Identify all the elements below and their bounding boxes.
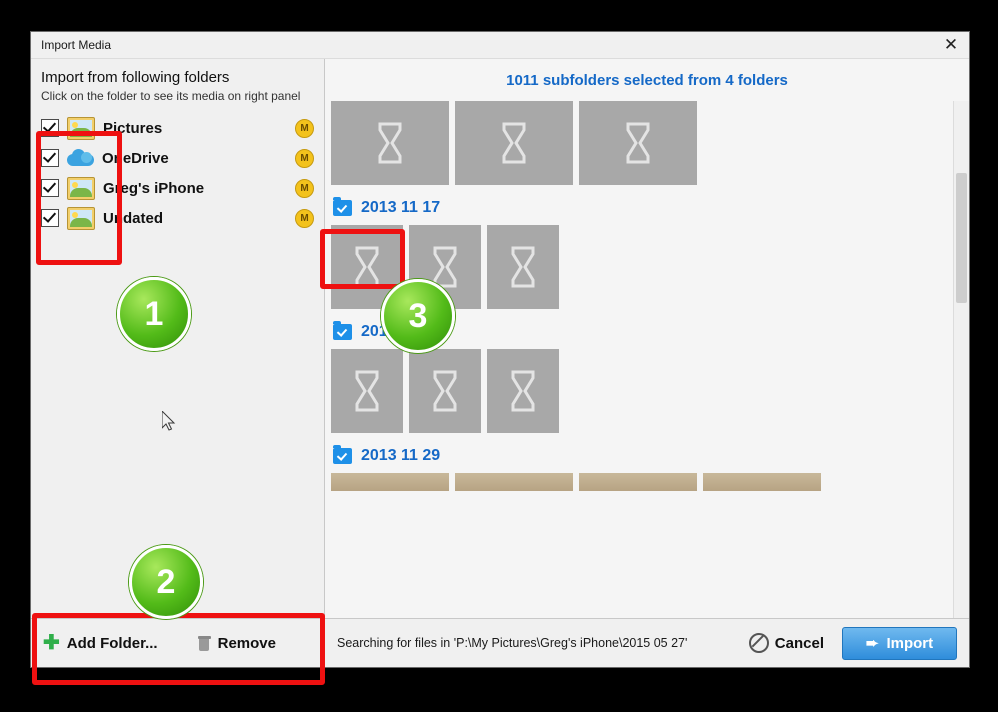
media-badge-icon: M: [295, 178, 314, 198]
hourglass-icon: [511, 370, 535, 412]
hourglass-icon: [502, 122, 526, 164]
picture-icon: [67, 116, 95, 140]
thumbnail-partial[interactable]: [331, 473, 449, 491]
folder-checkbox-icon[interactable]: [333, 445, 352, 464]
media-grid: 2013 11 17 2013 11 24 2013 11 29: [325, 101, 969, 618]
add-folder-button[interactable]: ✚ Add Folder...: [43, 632, 158, 654]
folder-name: OneDrive: [102, 149, 169, 167]
picture-icon: [67, 206, 95, 230]
window-title: Import Media: [41, 38, 112, 52]
list-item[interactable]: OneDrive M: [41, 143, 314, 173]
mouse-cursor-icon: [162, 411, 176, 431]
list-item[interactable]: Undated M: [41, 203, 314, 233]
folder-checkbox[interactable]: [41, 209, 59, 227]
cancel-icon: [748, 633, 769, 653]
thumbnail-row: [331, 225, 954, 309]
plus-icon: ✚: [43, 632, 60, 654]
add-folder-label: Add Folder...: [66, 634, 158, 652]
cancel-label: Cancel: [774, 634, 824, 652]
hourglass-icon: [355, 246, 379, 288]
remove-button[interactable]: Remove: [197, 634, 276, 652]
picture-icon: [67, 176, 95, 200]
thumbnail-placeholder[interactable]: [331, 101, 449, 185]
source-folder-list: Pictures M OneDrive M Greg's iPhone M Un…: [31, 113, 324, 618]
media-badge-icon: M: [295, 148, 314, 168]
thumbnail-partial[interactable]: [579, 473, 697, 491]
left-panel: Import from following folders Click on t…: [31, 59, 325, 667]
import-label: Import: [886, 634, 934, 652]
hourglass-icon: [626, 122, 650, 164]
thumbnail-partial[interactable]: [703, 473, 821, 491]
group-title: 2013 11 29: [361, 447, 441, 464]
subfolder-summary-bar: 1011 subfolders selected from 4 folders: [325, 59, 969, 101]
import-button[interactable]: ➨ Import: [842, 626, 957, 660]
thumbnail-placeholder[interactable]: [331, 349, 403, 433]
thumbnail-placeholder[interactable]: [409, 225, 481, 309]
arrow-right-icon: ➨: [865, 634, 879, 652]
hourglass-icon: [355, 370, 379, 412]
import-subheading: Click on the folder to see its media on …: [41, 89, 301, 103]
folder-name: Pictures: [103, 119, 163, 137]
import-heading: Import from following folders: [41, 69, 230, 86]
thumbnail-placeholder[interactable]: [409, 349, 481, 433]
thumbnail-row: [331, 473, 954, 491]
folder-checkbox[interactable]: [41, 119, 59, 137]
cloud-icon: [67, 148, 94, 168]
group-title: 2013 11 17: [361, 199, 441, 216]
thumbnail-placeholder[interactable]: [331, 225, 403, 309]
folder-checkbox-icon[interactable]: [333, 321, 352, 340]
list-item[interactable]: Greg's iPhone M: [41, 173, 314, 203]
thumbnail-placeholder[interactable]: [487, 225, 559, 309]
left-panel-header: Import from following folders Click on t…: [31, 59, 324, 103]
right-panel-footer: Searching for files in 'P:\My Pictures\G…: [325, 618, 969, 667]
folder-name: Undated: [103, 209, 163, 227]
media-badge-icon: M: [295, 208, 314, 228]
hourglass-icon: [433, 370, 457, 412]
thumbnail-placeholder[interactable]: [579, 101, 697, 185]
left-panel-footer: ✚ Add Folder... Remove: [31, 618, 324, 667]
folder-checkbox[interactable]: [41, 179, 59, 197]
cancel-button[interactable]: Cancel: [748, 633, 824, 653]
vertical-scrollbar[interactable]: [953, 101, 969, 618]
subfolder-summary-text: 1011 subfolders selected from 4 folders: [506, 71, 788, 89]
thumbnail-row: [331, 101, 954, 185]
status-text: Searching for files in 'P:\My Pictures\G…: [337, 636, 688, 650]
media-grid-scroll: 2013 11 17 2013 11 24 2013 11 29: [325, 101, 954, 618]
scrollbar-thumb[interactable]: [956, 173, 967, 303]
hourglass-icon: [433, 246, 457, 288]
folder-name: Greg's iPhone: [103, 179, 205, 197]
thumbnail-partial[interactable]: [455, 473, 573, 491]
hourglass-icon: [378, 122, 402, 164]
window-body: Import from following folders Click on t…: [31, 59, 969, 667]
thumbnail-placeholder[interactable]: [455, 101, 573, 185]
trash-icon: [197, 635, 211, 651]
group-title: 2013 11 24: [361, 323, 441, 340]
folder-checkbox-icon[interactable]: [333, 197, 352, 216]
group-header[interactable]: 2013 11 29: [333, 441, 954, 471]
window-titlebar: Import Media ✕: [31, 32, 969, 59]
folder-checkbox[interactable]: [41, 149, 59, 167]
import-media-window: Import Media ✕ Import from following fol…: [30, 31, 970, 668]
group-header[interactable]: 2013 11 24: [333, 317, 954, 347]
group-header[interactable]: 2013 11 17: [333, 193, 954, 223]
right-panel: 1011 subfolders selected from 4 folders: [325, 59, 969, 667]
media-badge-icon: M: [295, 118, 314, 138]
close-icon[interactable]: ✕: [939, 34, 963, 56]
hourglass-icon: [511, 246, 535, 288]
thumbnail-row: [331, 349, 954, 433]
list-item[interactable]: Pictures M: [41, 113, 314, 143]
thumbnail-placeholder[interactable]: [487, 349, 559, 433]
remove-label: Remove: [217, 634, 276, 652]
